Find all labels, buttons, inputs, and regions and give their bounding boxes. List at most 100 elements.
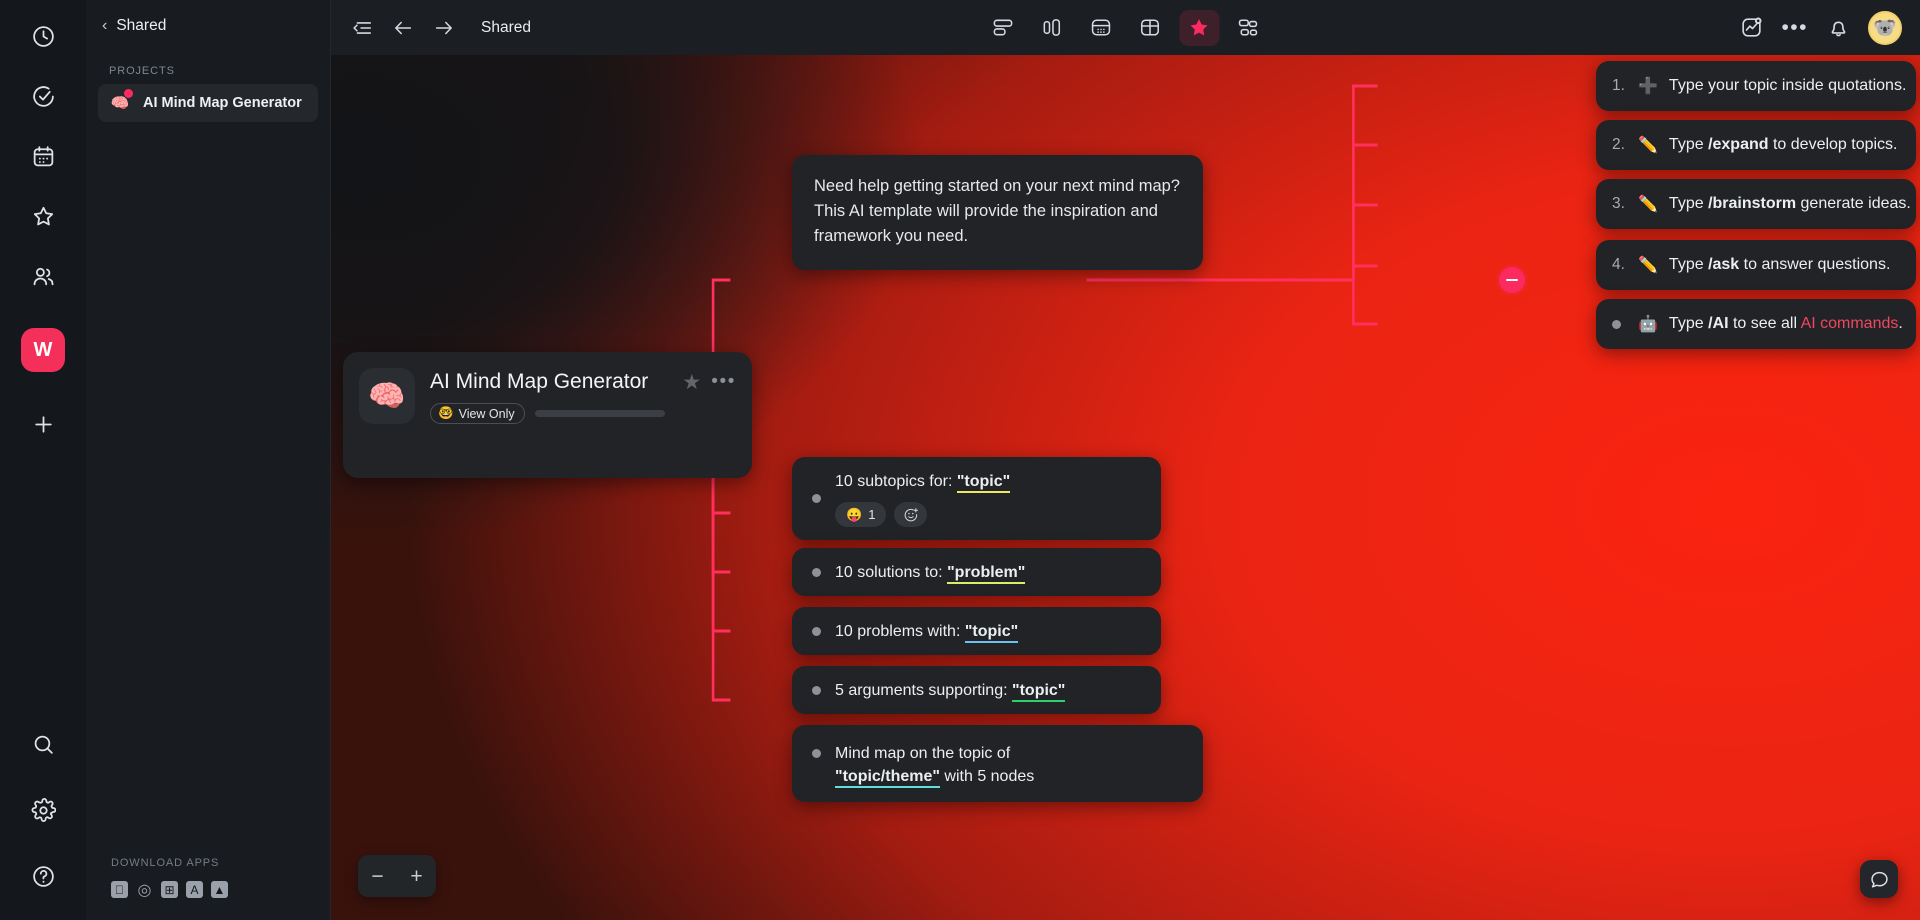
mindmap-canvas[interactable]: 🧠 AI Mind Map Generator 🤓 View Only ★ ••… [331, 55, 1920, 920]
bullet-icon [1612, 319, 1621, 329]
instruction-command: /expand [1708, 136, 1769, 153]
tab-calendar-view[interactable] [1081, 10, 1121, 46]
instruction-command: /brainstorm [1708, 195, 1797, 212]
download-apps-list:  ◎ ⊞ A ▲ [111, 881, 330, 899]
main-area: Shared ••• 🐨 🧠 AI Mind Map Generator 🤓 V… [331, 0, 1920, 920]
branch-node-text: 10 problems with: "topic" [835, 620, 1019, 643]
instruction-pre: Type [1668, 136, 1709, 153]
pencil-emoji-icon: ✏️ [1638, 196, 1658, 213]
zoom-in-button[interactable]: + [397, 855, 436, 897]
branch-node-prefix: 10 problems with: [835, 622, 965, 640]
instruction-node-ai[interactable]: 🤖 Type /AI to see all AI commands. [1596, 299, 1916, 349]
tab-table-view[interactable] [1130, 10, 1170, 46]
reactions-row: 😛 1 [835, 502, 1010, 527]
tab-favorite-view[interactable] [1179, 9, 1219, 46]
pencil-emoji-icon: ✏️ [1638, 137, 1658, 154]
instruction-node-1[interactable]: 1. ➕ Type your topic inside quotations. [1596, 61, 1916, 111]
branch-node-mindmap-nodes[interactable]: Mind map on the topic of "topic/theme" w… [792, 725, 1203, 802]
tab-list-view[interactable] [983, 10, 1023, 46]
workspace-avatar[interactable]: W [21, 328, 65, 372]
instruction-end: . [1898, 315, 1903, 332]
mindmap-root-card[interactable]: 🧠 AI Mind Map Generator 🤓 View Only ★ ••… [343, 352, 752, 478]
android-icon[interactable]: ▲ [211, 881, 228, 898]
sidebar-section-label: PROJECTS [109, 65, 175, 77]
brain-icon: 🧠 [108, 89, 133, 115]
bullet-icon [812, 626, 821, 636]
description-node[interactable]: Need help getting started on your next m… [792, 155, 1203, 270]
notifications-bell-icon[interactable] [1825, 15, 1851, 41]
bullet-icon [812, 749, 821, 758]
branch-node-highlight: "problem" [947, 563, 1026, 584]
zoom-controls: − + [358, 855, 436, 897]
windows-icon[interactable]: ⊞ [161, 881, 178, 898]
toolbar-left-group: Shared [349, 15, 531, 41]
chevron-left-icon: ‹ [102, 17, 108, 34]
settings-icon[interactable] [21, 788, 65, 832]
instruction-node-3[interactable]: 3. ✏️ Type /brainstorm generate ideas. [1596, 179, 1916, 229]
instruction-number: 4. [1612, 256, 1625, 273]
forward-arrow-icon[interactable] [431, 15, 457, 41]
download-apps-title: DOWNLOAD APPS [111, 857, 220, 869]
breadcrumb[interactable]: Shared [481, 19, 531, 37]
sidebar-back-header[interactable]: ‹ Shared [86, 0, 330, 35]
bullet-icon [812, 494, 821, 503]
add-reaction-button[interactable] [894, 502, 928, 527]
bullet-icon [812, 685, 821, 695]
zoom-out-button[interactable]: − [358, 855, 397, 897]
meta-placeholder-bar [534, 410, 665, 417]
robot-emoji-icon: 🤖 [1638, 316, 1658, 333]
branch-node-text: 10 subtopics for: "topic" [835, 470, 1011, 493]
tasks-icon[interactable] [21, 74, 65, 118]
instruction-command: /AI [1708, 315, 1729, 332]
branch-node-arguments[interactable]: 5 arguments supporting: "topic" [792, 666, 1161, 714]
recent-icon[interactable] [21, 14, 65, 58]
instruction-command: /ask [1708, 256, 1740, 273]
app-store-icon[interactable]: A [186, 881, 203, 898]
root-card-body: AI Mind Map Generator 🤓 View Only [430, 368, 667, 478]
root-card-meta: 🤓 View Only [430, 403, 667, 424]
branch-node-text: 5 arguments supporting: "topic" [835, 679, 1066, 702]
chat-button[interactable] [1860, 860, 1898, 898]
add-new-icon[interactable] [21, 402, 65, 446]
user-avatar[interactable]: 🐨 [1868, 10, 1902, 45]
page-title: AI Mind Map Generator [430, 370, 649, 393]
search-icon[interactable] [21, 722, 65, 766]
back-arrow-icon[interactable] [390, 15, 416, 41]
sidebar-item-ai-mind-map-generator[interactable]: 🧠 AI Mind Map Generator [98, 84, 318, 122]
instruction-number: 3. [1612, 195, 1625, 212]
more-options-icon[interactable]: ••• [1781, 17, 1808, 38]
plus-emoji-icon: ➕ [1638, 78, 1658, 95]
branch-node-solutions[interactable]: 10 solutions to: "problem" [792, 548, 1161, 596]
instruction-pre: Type [1668, 315, 1709, 332]
reaction-pill[interactable]: 😛 1 [835, 502, 887, 527]
app-root: W ‹ Shared PROJECTS 🧠 AI Mind Map Genera… [0, 0, 1920, 920]
star-icon[interactable]: ★ [682, 372, 701, 393]
people-icon[interactable] [21, 254, 65, 298]
root-card-actions: ★ ••• [682, 368, 736, 478]
branch-node-problems[interactable]: 10 problems with: "topic" [792, 607, 1161, 655]
branch-node-subtopics[interactable]: 10 subtopics for: "topic" 😛 1 [792, 457, 1161, 540]
favorites-icon[interactable] [21, 194, 65, 238]
brain-icon: 🧠 [359, 368, 415, 424]
sidebar-item-label: AI Mind Map Generator [143, 95, 302, 111]
instruction-node-2[interactable]: 2. ✏️ Type /expand to develop topics. [1596, 120, 1916, 170]
tab-board-view[interactable] [1032, 10, 1072, 46]
branch-node-highlight: "topic" [964, 622, 1019, 643]
card-more-options-icon[interactable]: ••• [711, 372, 736, 391]
collapse-sidebar-icon[interactable] [349, 15, 375, 41]
status-badge[interactable]: 🤓 View Only [430, 403, 525, 424]
chrome-icon[interactable]: ◎ [136, 881, 153, 899]
ai-commands-link[interactable]: AI commands [1801, 315, 1899, 332]
activity-icon[interactable] [1738, 15, 1764, 41]
apple-icon[interactable]:  [111, 881, 128, 898]
status-badge-label: View Only [458, 406, 515, 421]
branch-node-suffix: with 5 nodes [939, 768, 1035, 785]
collapse-branch-button[interactable] [1499, 267, 1525, 293]
help-icon[interactable] [21, 854, 65, 898]
tab-mindmap-view[interactable] [1228, 10, 1268, 46]
instruction-node-4[interactable]: 4. ✏️ Type /ask to answer questions. [1596, 240, 1916, 290]
instruction-text: Type /expand to develop topics. [1669, 136, 1898, 154]
reaction-count: 1 [868, 507, 876, 522]
top-toolbar: Shared ••• 🐨 [331, 0, 1920, 55]
calendar-icon[interactable] [21, 134, 65, 178]
